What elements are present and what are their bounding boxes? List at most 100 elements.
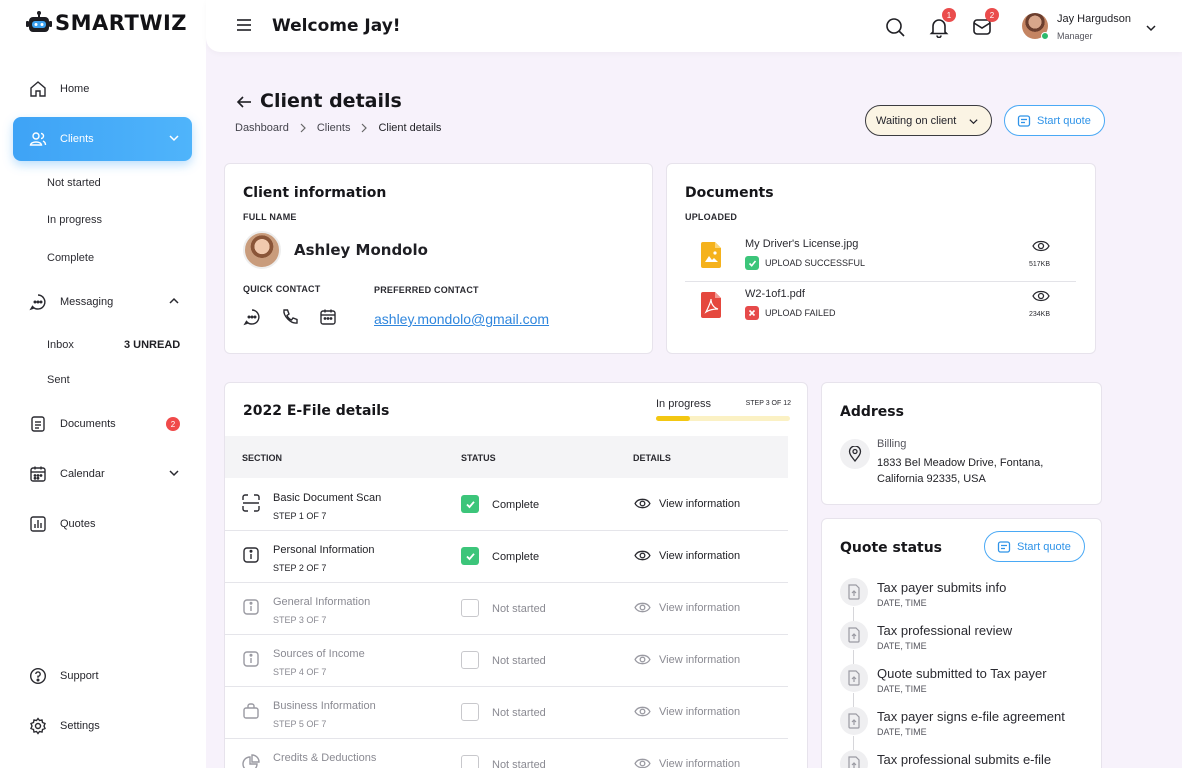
eye-icon[interactable] — [1032, 239, 1050, 253]
document-size: 517KB — [1028, 261, 1050, 268]
status-checkbox[interactable] — [461, 755, 479, 768]
nav-sent[interactable]: Sent — [47, 374, 70, 386]
breadcrumb: Dashboard Clients Client details — [235, 122, 441, 134]
notifications-badge: 1 — [942, 8, 956, 22]
section-name: Credits & Deductions — [273, 752, 377, 764]
view-information-link[interactable]: View information — [634, 705, 740, 718]
status-checkbox[interactable] — [461, 495, 479, 513]
status-text: Complete — [492, 551, 540, 563]
status-checkbox[interactable] — [461, 651, 479, 669]
nav-inbox[interactable]: Inbox — [47, 339, 74, 351]
nav-clients-complete[interactable]: Complete — [47, 252, 94, 264]
nav-settings-label: Settings — [60, 720, 100, 732]
user-name: Jay Hargudson — [1057, 13, 1131, 25]
back-arrow-icon[interactable] — [236, 95, 252, 109]
nav-clients-not-started[interactable]: Not started — [47, 177, 101, 189]
bar-chart-icon — [29, 515, 47, 533]
status-checkbox[interactable] — [461, 599, 479, 617]
scan-icon — [242, 494, 260, 512]
check-icon — [465, 500, 475, 508]
step-connector — [853, 607, 854, 621]
image-file-icon — [701, 242, 721, 268]
brand-logo[interactable]: SMARTWIZ — [26, 10, 187, 36]
search-button[interactable] — [884, 16, 906, 38]
quote-doc-icon — [1017, 115, 1031, 127]
chat-icon[interactable] — [243, 308, 261, 326]
quote-step-title: Quote submitted to Tax payer — [877, 666, 1047, 681]
eye-icon[interactable] — [1032, 289, 1050, 303]
preferred-contact-email[interactable]: ashley.mondolo@gmail.com — [374, 311, 549, 327]
chevron-up-icon[interactable] — [168, 295, 180, 307]
document-row[interactable]: W2-1of1.pdf UPLOAD FAILED 234KB — [685, 284, 1076, 332]
nav-settings[interactable]: Settings — [13, 704, 192, 748]
chevron-down-icon[interactable] — [168, 467, 180, 479]
view-information-link[interactable]: View information — [634, 549, 740, 562]
view-information-link[interactable]: View information — [634, 497, 740, 510]
quote-step: Tax payer submits info DATE, TIME — [840, 578, 1090, 621]
full-name-label: FULL NAME — [243, 212, 297, 222]
status-text: Not started — [492, 655, 546, 667]
client-info-title: Client information — [243, 185, 387, 201]
table-row: General Information STEP 3 OF 7 Not star… — [225, 583, 788, 635]
client-status-select[interactable]: Waiting on client — [865, 105, 992, 136]
gear-icon — [29, 717, 47, 735]
menu-icon[interactable] — [236, 18, 252, 32]
column-section: SECTION — [242, 453, 283, 463]
user-role: Manager — [1057, 31, 1093, 41]
section-step: STEP 2 OF 7 — [273, 563, 327, 573]
notifications-button[interactable]: 1 — [928, 8, 956, 39]
info-icon — [243, 651, 259, 667]
breadcrumb-dashboard[interactable]: Dashboard — [235, 122, 289, 134]
table-row: Credits & Deductions Not started View in… — [225, 739, 788, 768]
document-row[interactable]: My Driver's License.jpg UPLOAD SUCCESSFU… — [685, 234, 1076, 282]
section-step: STEP 3 OF 7 — [273, 615, 327, 625]
quote-step: Tax professional submits e-file — [840, 750, 1090, 768]
column-status: STATUS — [461, 453, 496, 463]
quote-step: Tax payer signs e-file agreement DATE, T… — [840, 707, 1090, 750]
quote-step-title: Tax professional review — [877, 623, 1013, 638]
page-title: Client details — [260, 90, 402, 112]
section-step: STEP 5 OF 7 — [273, 719, 327, 729]
section-step: STEP 4 OF 7 — [273, 667, 327, 677]
nav-quotes[interactable]: Quotes — [13, 502, 192, 546]
nav-documents[interactable]: Documents 2 — [13, 402, 192, 446]
view-information-link[interactable]: View information — [634, 601, 740, 614]
users-icon — [29, 130, 47, 148]
upload-doc-icon — [840, 621, 868, 649]
nav-clients[interactable]: Clients — [13, 117, 192, 161]
efile-table-header: SECTION STATUS DETAILS — [225, 436, 788, 478]
phone-icon[interactable] — [281, 308, 299, 326]
breadcrumb-clients[interactable]: Clients — [317, 122, 351, 134]
uploaded-label: UPLOADED — [685, 212, 738, 222]
step-connector — [853, 693, 854, 707]
efile-progress-step: STEP 3 OF 12 — [745, 400, 791, 407]
nav-clients-in-progress[interactable]: In progress — [47, 214, 102, 226]
calendar-icon[interactable] — [319, 308, 337, 326]
view-information-link[interactable]: View information — [634, 653, 740, 666]
upload-doc-icon — [840, 578, 868, 606]
nav-home[interactable]: Home — [13, 67, 192, 111]
messages-button[interactable]: 2 — [971, 8, 999, 38]
quote-start-button[interactable]: Start quote — [984, 531, 1085, 562]
check-icon — [745, 256, 759, 270]
chevron-down-icon[interactable] — [1145, 22, 1157, 34]
efile-progress: In progress STEP 3 OF 12 — [225, 383, 791, 433]
nav-quotes-label: Quotes — [60, 518, 96, 530]
status-text: Complete — [492, 499, 540, 511]
nav-calendar-label: Calendar — [60, 468, 105, 480]
nav-calendar[interactable]: Calendar — [13, 452, 192, 496]
chevron-right-icon — [362, 123, 368, 133]
nav-support[interactable]: Support — [13, 654, 192, 698]
view-information-link[interactable]: View information — [634, 757, 740, 768]
nav-messaging[interactable]: Messaging — [13, 280, 192, 324]
address-card: Address Billing 1833 Bel Meadow Drive, F… — [821, 382, 1102, 505]
document-size: 234KB — [1028, 311, 1050, 318]
document-icon — [29, 415, 47, 433]
status-checkbox[interactable] — [461, 547, 479, 565]
table-row: Basic Document Scan STEP 1 OF 7 Complete… — [225, 479, 788, 531]
start-quote-button[interactable]: Start quote — [1004, 105, 1105, 136]
status-checkbox[interactable] — [461, 703, 479, 721]
eye-icon — [634, 550, 651, 561]
upload-doc-icon — [840, 664, 868, 692]
chevron-down-icon[interactable] — [168, 132, 180, 144]
